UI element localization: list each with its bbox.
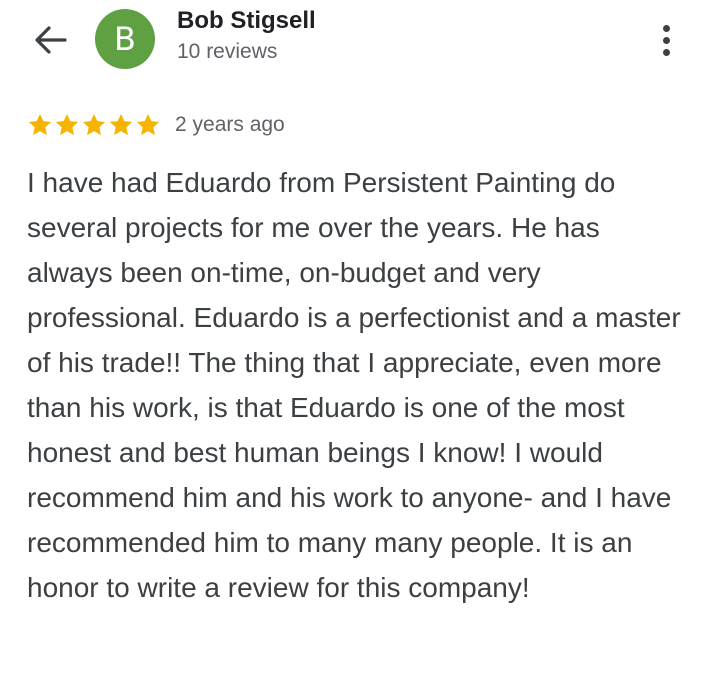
- review-header: B Bob Stigsell 10 reviews: [0, 0, 717, 80]
- reviewer-name[interactable]: Bob Stigsell: [177, 7, 316, 35]
- review-time: 2 years ago: [175, 113, 285, 136]
- more-vert-icon: [662, 24, 670, 32]
- star-icon: [136, 113, 160, 136]
- review-text: I have had Eduardo from Persistent Paint…: [27, 167, 681, 603]
- avatar-letter: B: [114, 20, 136, 58]
- star-icon: [55, 113, 79, 136]
- arrow-back-icon: [35, 26, 67, 54]
- back-button[interactable]: [28, 20, 72, 60]
- star-icon: [28, 113, 52, 136]
- review-count: 10 reviews: [177, 40, 278, 63]
- star-rating: [27, 112, 161, 138]
- star-icon: [82, 113, 106, 136]
- more-options-button[interactable]: [646, 18, 686, 62]
- star-icon: [109, 113, 133, 136]
- avatar[interactable]: B: [95, 9, 155, 69]
- rating-row: 2 years ago: [27, 110, 285, 140]
